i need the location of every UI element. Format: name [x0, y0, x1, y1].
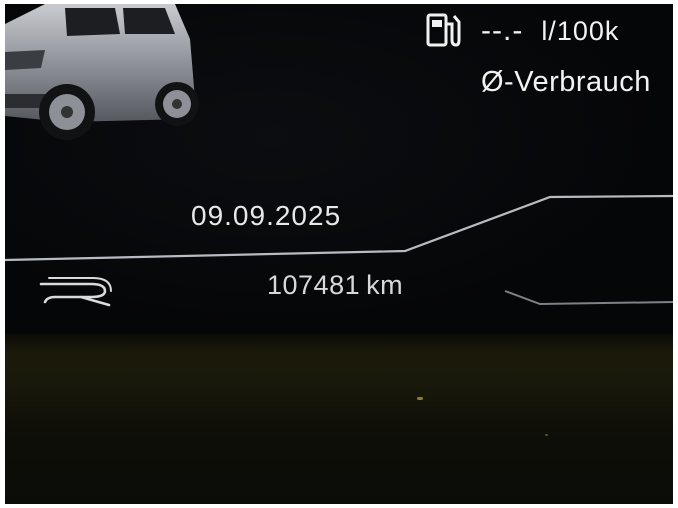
dust-speck	[417, 397, 423, 400]
odometer-readout: 107481 km	[267, 270, 403, 301]
dust-speck	[545, 434, 548, 436]
dashboard-photo: --.- l/100k Ø-Verbrauch 09.09.2025 107481…	[5, 4, 673, 504]
odometer-unit: km	[366, 270, 404, 300]
instrument-display: --.- l/100k Ø-Verbrauch 09.09.2025 107481…	[5, 4, 673, 334]
r-logo-icon	[39, 277, 112, 307]
odometer-value: 107481	[267, 270, 361, 300]
